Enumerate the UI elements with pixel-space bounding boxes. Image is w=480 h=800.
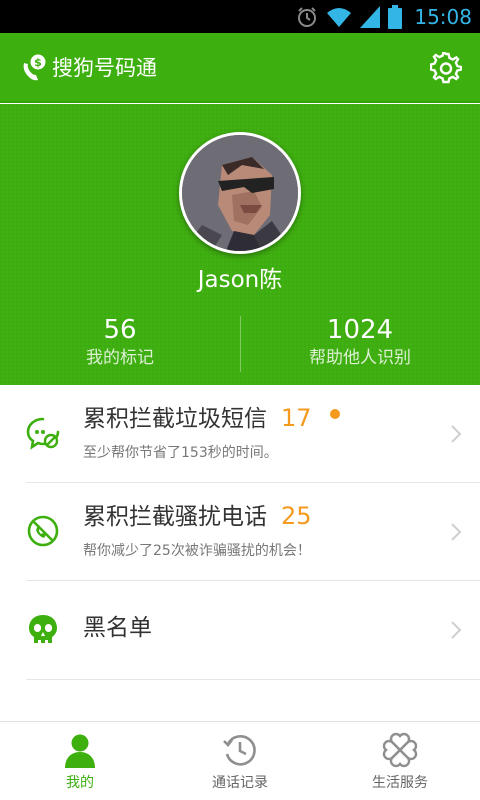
avatar-portrait xyxy=(182,135,298,251)
app-title: 搜狗号码通 xyxy=(52,56,157,80)
clover-icon xyxy=(382,732,418,768)
bottom-nav: 我的 通话记录 生活服务 xyxy=(0,721,480,800)
skull-icon xyxy=(29,615,57,643)
nav-label: 生活服务 xyxy=(372,775,428,791)
battery-icon xyxy=(388,4,403,29)
item-count: 17 xyxy=(281,404,312,432)
item-title: 累积拦截骚扰电话 25 xyxy=(83,499,312,534)
stat-my-marks[interactable]: 56 我的标记 xyxy=(0,314,240,370)
alarm-icon xyxy=(298,6,317,27)
list-item-blacklist[interactable]: 黑名单 xyxy=(26,581,480,680)
chevron-right-icon xyxy=(451,425,462,443)
wifi-icon xyxy=(327,7,352,27)
unread-dot xyxy=(329,408,340,419)
stat-label: 我的标记 xyxy=(86,348,154,368)
gear-icon xyxy=(430,52,462,84)
nav-label: 我的 xyxy=(66,775,94,791)
item-title-text: 累积拦截垃圾短信 xyxy=(83,406,267,432)
stat-value: 56 xyxy=(103,315,137,345)
item-subtitle: 至少帮你节省了153秒的时间。 xyxy=(83,445,278,461)
nav-tab-life-services[interactable]: 生活服务 xyxy=(320,722,480,800)
nav-tab-call-log[interactable]: 通话记录 xyxy=(160,722,320,800)
status-time: 15:08 xyxy=(414,4,472,29)
chevron-right-icon xyxy=(451,621,462,639)
app-header: $ 搜狗号码通 xyxy=(0,33,480,103)
item-title-text: 累积拦截骚扰电话 xyxy=(83,504,267,530)
chevron-right-icon xyxy=(451,523,462,541)
call-block-icon xyxy=(27,515,59,547)
stat-value: 1024 xyxy=(326,315,394,345)
stat-label: 帮助他人识别 xyxy=(309,348,411,368)
list-item-sms-block[interactable]: 累积拦截垃圾短信 17 至少帮你节省了153秒的时间。 xyxy=(26,385,480,483)
feature-list: 累积拦截垃圾短信 17 至少帮你节省了153秒的时间。 累积拦截骚扰电话 25 帮你… xyxy=(0,385,480,680)
item-subtitle: 帮你减少了25次被诈骗骚扰的机会！ xyxy=(83,543,311,559)
username: Jason陈 xyxy=(197,267,283,293)
settings-button[interactable] xyxy=(428,50,464,86)
stat-helped-others[interactable]: 1024 帮助他人识别 xyxy=(240,314,480,370)
signal-icon xyxy=(360,5,381,28)
sms-block-icon xyxy=(26,417,60,450)
item-title-text: 黑名单 xyxy=(83,615,152,641)
item-title: 黑名单 xyxy=(83,611,152,645)
svg-text:$: $ xyxy=(34,56,42,69)
profile-section: Jason陈 56 我的标记 1024 帮助他人识别 xyxy=(0,104,480,385)
person-icon xyxy=(65,734,95,768)
avatar[interactable] xyxy=(179,132,301,254)
clock-history-icon xyxy=(223,735,256,766)
phone-dollar-icon: $ xyxy=(23,54,46,81)
nav-tab-mine[interactable]: 我的 xyxy=(0,722,160,800)
status-bar: 15:08 xyxy=(0,0,480,33)
list-item-call-block[interactable]: 累积拦截骚扰电话 25 帮你减少了25次被诈骗骚扰的机会！ xyxy=(26,483,480,581)
status-icons: 15:08 xyxy=(296,0,472,33)
item-title: 累积拦截垃圾短信 17 xyxy=(83,401,340,436)
nav-label: 通话记录 xyxy=(212,775,268,791)
item-count: 25 xyxy=(281,502,312,530)
